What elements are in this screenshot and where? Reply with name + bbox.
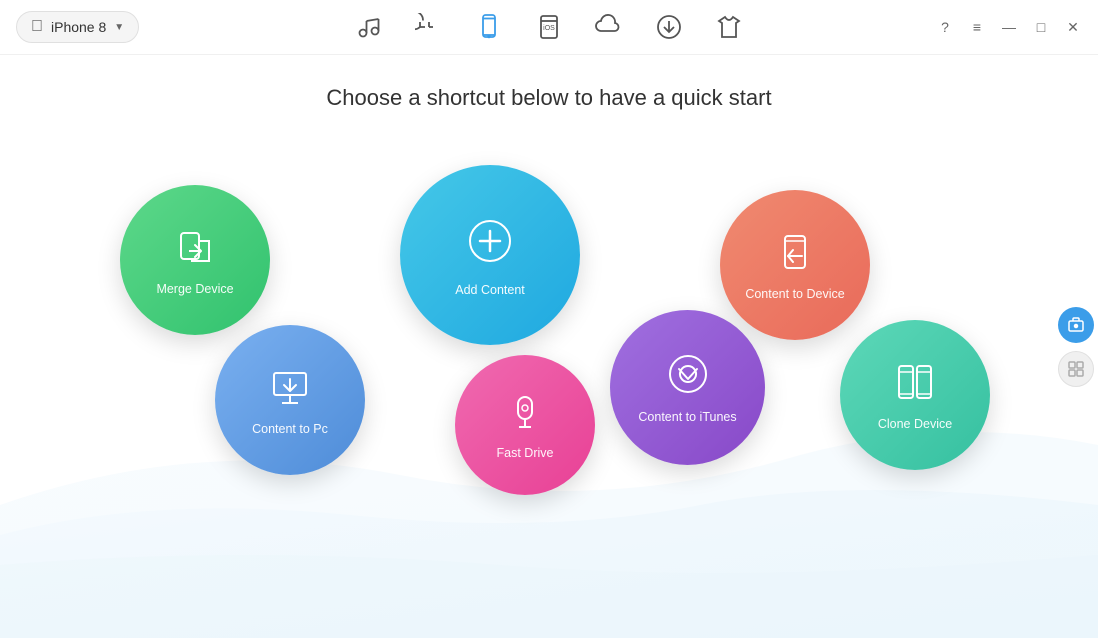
sidebar-grid-button[interactable] (1058, 351, 1094, 387)
fast-drive-icon (504, 391, 546, 438)
merge-icon (173, 225, 217, 274)
content-to-itunes-icon (665, 351, 711, 402)
content-to-pc-icon (268, 365, 312, 414)
window-controls: ? ≡ — □ ✕ (936, 18, 1082, 36)
fast-drive-label: Fast Drive (497, 446, 554, 460)
content-to-itunes-label: Content to iTunes (638, 410, 736, 424)
toolbar: iOS (353, 11, 745, 43)
toolbar-history[interactable] (413, 11, 445, 43)
content-to-itunes-button[interactable]: Content to iTunes (610, 310, 765, 465)
sidebar-right (1058, 307, 1098, 387)
sidebar-primary-button[interactable] (1058, 307, 1094, 343)
merge-device-button[interactable]: Merge Device (120, 185, 270, 335)
clone-device-button[interactable]: Clone Device (840, 320, 990, 470)
help-button[interactable]: ? (936, 18, 954, 36)
close-button[interactable]: ✕ (1064, 18, 1082, 36)
clone-device-label: Clone Device (878, 417, 952, 431)
restore-button[interactable]: □ (1032, 18, 1050, 36)
merge-device-label: Merge Device (156, 282, 233, 296)
content-to-device-label: Content to Device (745, 287, 844, 301)
device-name: iPhone 8 (51, 19, 106, 35)
add-content-button[interactable]: Add Content (400, 165, 580, 345)
add-icon (463, 214, 517, 275)
clone-device-icon (893, 360, 937, 409)
toolbar-music[interactable] (353, 11, 385, 43)
add-content-label: Add Content (455, 283, 525, 297)
page-title: Choose a shortcut below to have a quick … (0, 55, 1098, 111)
toolbar-device[interactable] (473, 11, 505, 43)
content-to-device-button[interactable]: Content to Device (720, 190, 870, 340)
circles-container: Merge Device Add Content (0, 135, 1098, 638)
fast-drive-button[interactable]: Fast Drive (455, 355, 595, 495)
content-to-pc-label: Content to Pc (252, 422, 328, 436)
menu-button[interactable]: ≡ (968, 18, 986, 36)
content-to-device-icon (773, 230, 817, 279)
content-to-pc-button[interactable]: Content to Pc (215, 325, 365, 475)
title-bar:  iPhone 8 ▼ (0, 0, 1098, 55)
minimize-button[interactable]: — (1000, 18, 1018, 36)
toolbar-cloud[interactable] (593, 11, 625, 43)
svg-text:iOS: iOS (543, 25, 555, 32)
apple-logo-icon:  (31, 18, 43, 36)
toolbar-ios[interactable]: iOS (533, 11, 565, 43)
chevron-down-icon: ▼ (114, 22, 124, 33)
main-content: Choose a shortcut below to have a quick … (0, 55, 1098, 638)
device-selector[interactable]:  iPhone 8 ▼ (16, 11, 139, 43)
toolbar-download[interactable] (653, 11, 685, 43)
toolbar-toolkit[interactable] (713, 11, 745, 43)
